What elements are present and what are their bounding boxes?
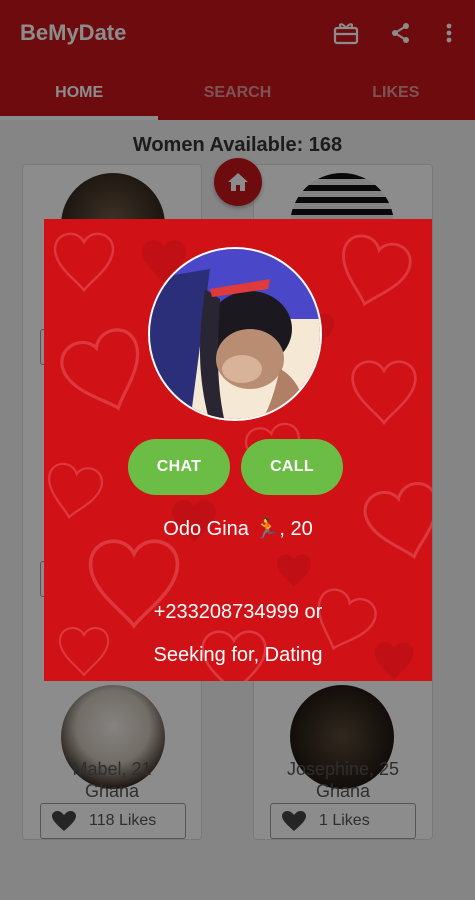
profile-photo xyxy=(148,247,322,421)
call-button[interactable]: CALL xyxy=(241,439,343,495)
profile-seeking: Seeking for, Dating xyxy=(153,644,323,666)
profile-name-age: Odo Gina 🏃, 20 xyxy=(163,518,313,540)
chat-button[interactable]: CHAT xyxy=(128,439,230,495)
profile-dialog: CHAT CALL Odo Gina 🏃, 20 +233208734999 o… xyxy=(44,219,432,681)
profile-phone[interactable]: +233208734999 or xyxy=(44,601,432,624)
